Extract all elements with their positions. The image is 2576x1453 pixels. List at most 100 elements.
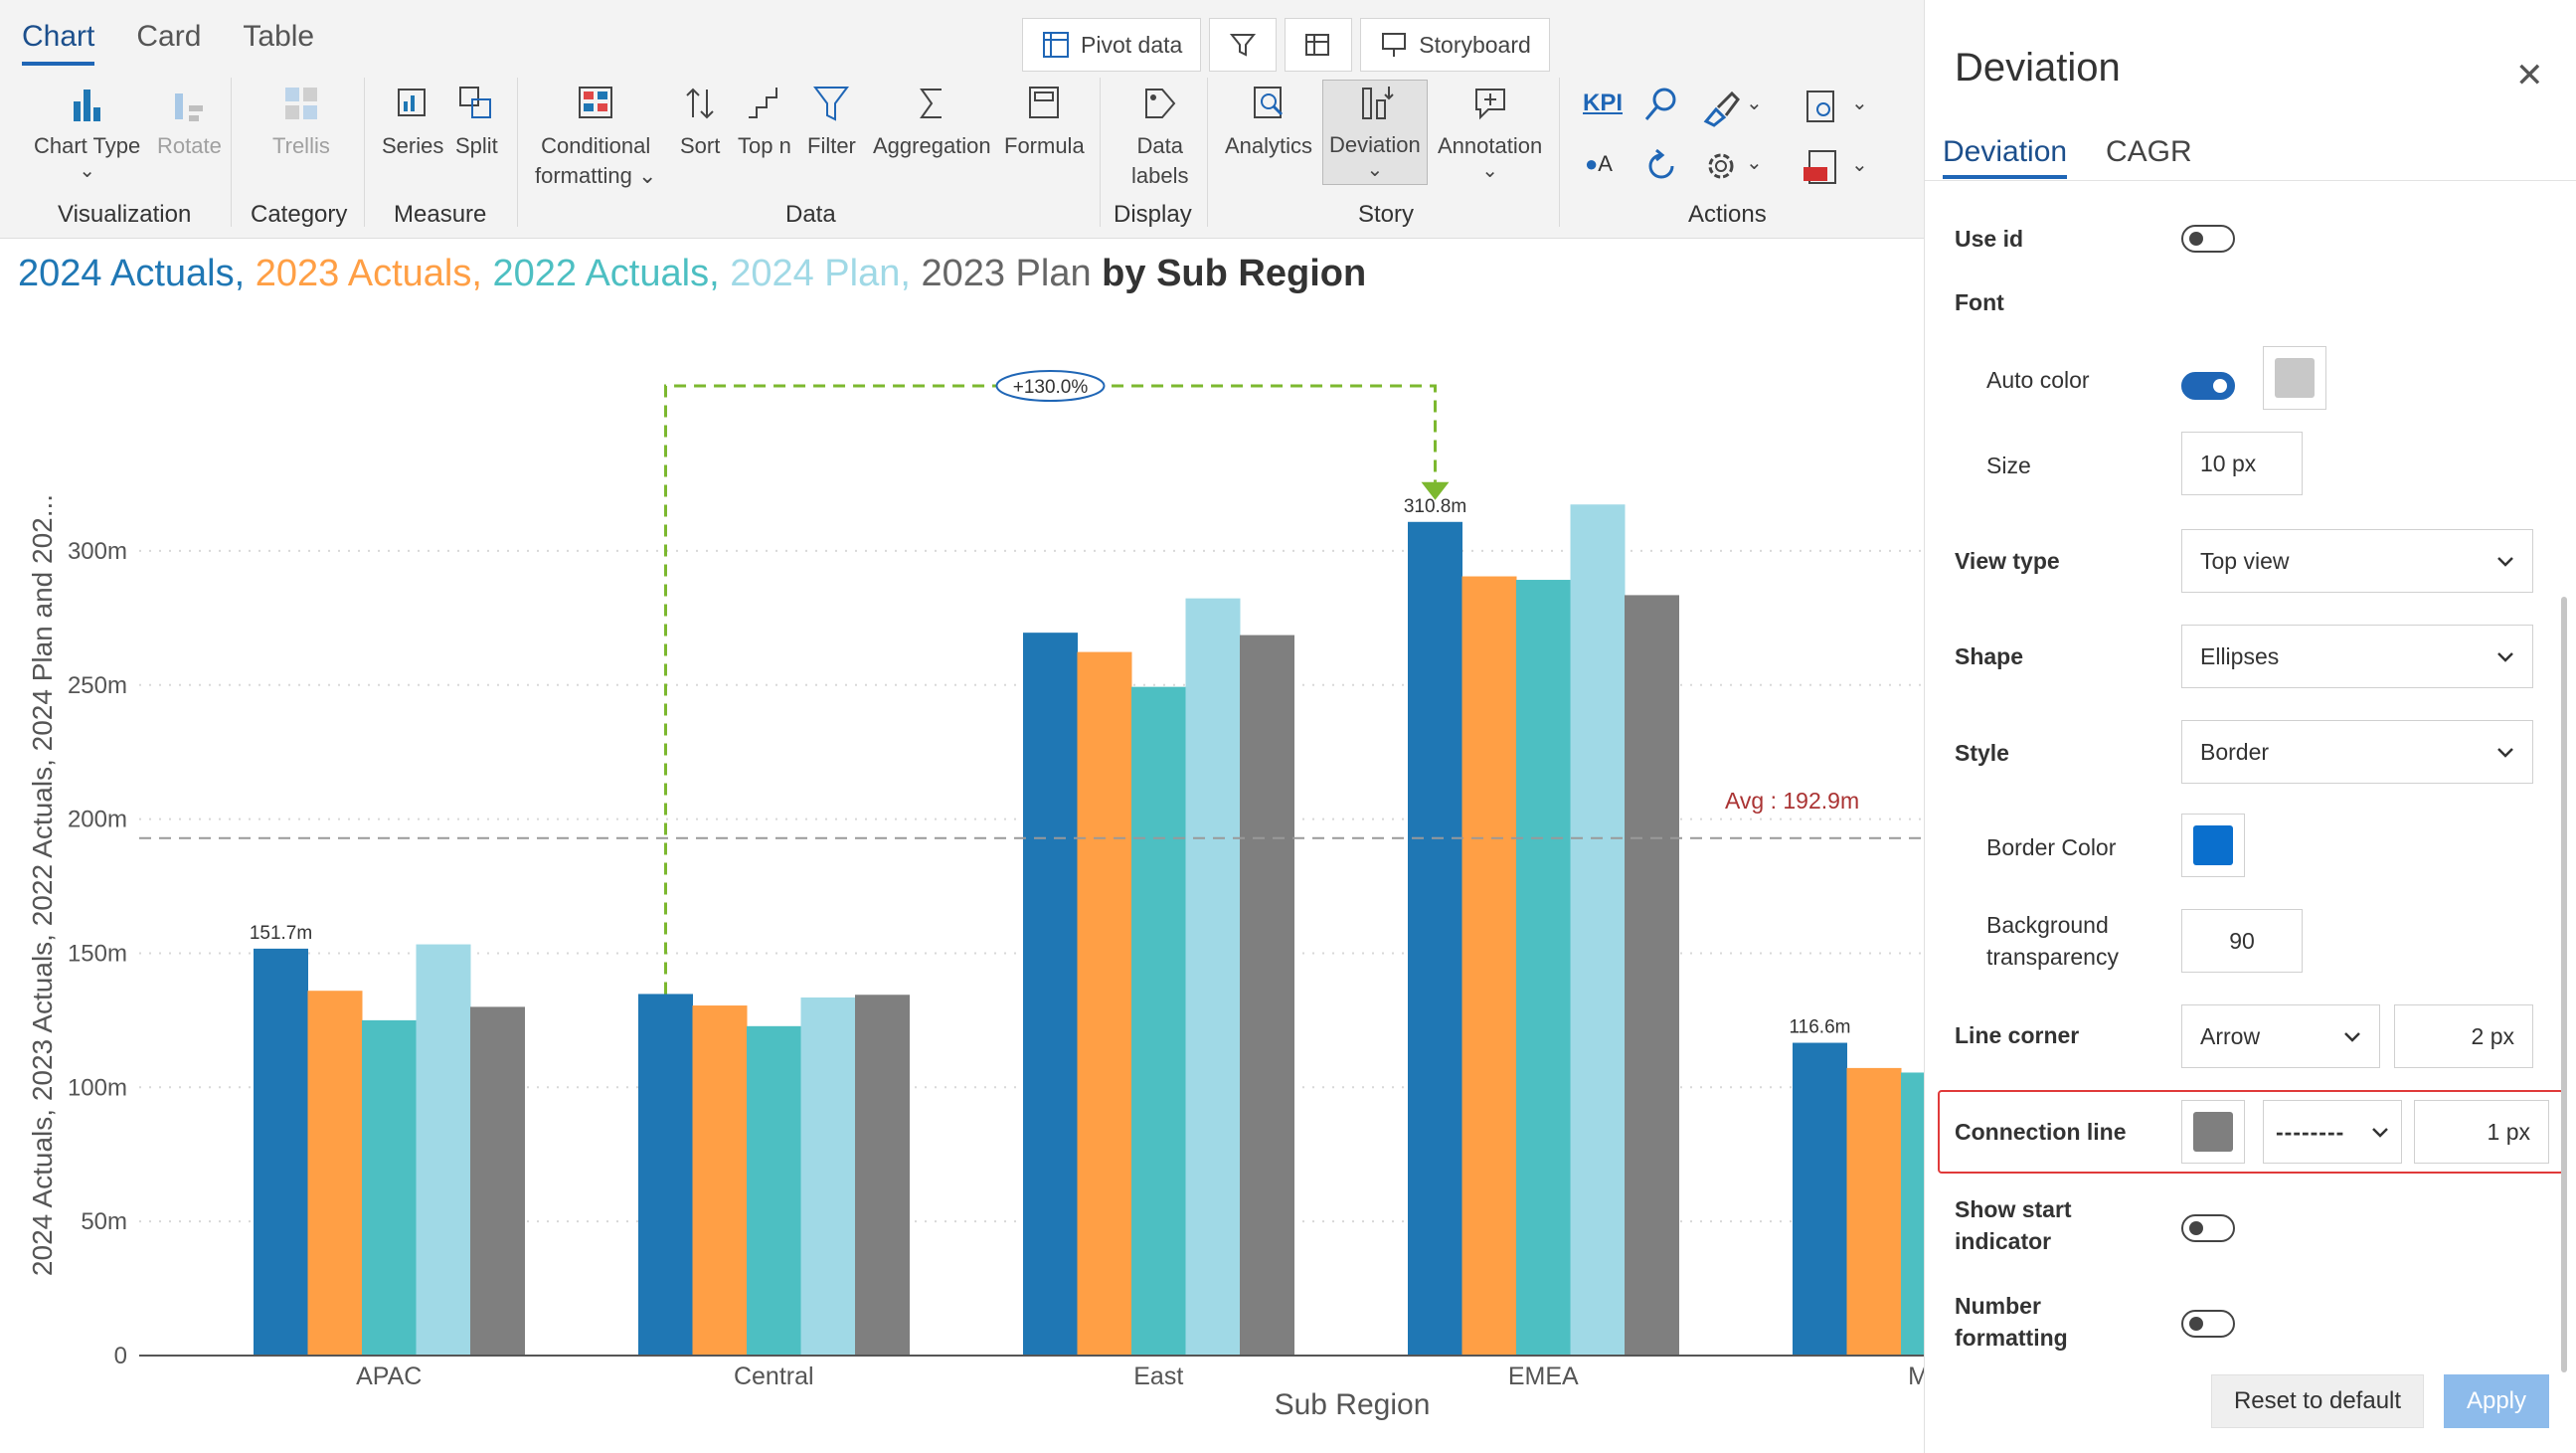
x-tick-label: Central (734, 1362, 814, 1390)
color-swatch (2193, 1112, 2233, 1152)
bar-emea-2 (1516, 580, 1571, 1356)
apply-button[interactable]: Apply (2444, 1374, 2549, 1428)
conditional-label-2: formatting ⌄ (535, 163, 657, 188)
tab-card[interactable]: Card (136, 20, 201, 66)
filter-label: Filter (807, 133, 856, 158)
y-tick-label: 250m (68, 672, 127, 699)
size-label: Size (1986, 453, 2031, 478)
data-labels-button[interactable]: Data labels (1131, 82, 1188, 191)
chevron-down-icon[interactable]: ⌄ (1851, 155, 1868, 175)
size-input[interactable]: 10 px (2181, 432, 2303, 495)
chevron-down-icon[interactable]: ⌄ (1746, 153, 1763, 173)
oa-button[interactable]: ●A (1585, 151, 1613, 177)
tab-table[interactable]: Table (243, 20, 314, 66)
connection-px-input[interactable]: 1 px (2414, 1100, 2549, 1164)
x-tick-label: EMEA (1508, 1362, 1579, 1390)
style-value: Border (2200, 738, 2270, 765)
split-button[interactable]: Split (455, 82, 498, 161)
border-color-swatch[interactable] (2181, 814, 2245, 877)
table-edit-quick-button[interactable] (1285, 18, 1353, 72)
search-icon[interactable] (1640, 86, 1680, 125)
panel-title: Deviation (1955, 46, 2121, 90)
bg-transparency-input[interactable]: 90 (2181, 909, 2303, 973)
pivot-icon (1043, 32, 1069, 58)
chevron-down-icon[interactable]: ⌄ (1746, 93, 1763, 113)
aggregation-label: Aggregation (873, 133, 991, 158)
chevron-down-icon[interactable]: ⌄ (1851, 93, 1868, 113)
sigma-icon (920, 89, 943, 118)
panel-scrollbar[interactable] (2561, 597, 2567, 1372)
gear-icon[interactable] (1702, 147, 1740, 185)
pdf-icon[interactable] (1802, 147, 1841, 189)
deviation-label: Deviation (1329, 132, 1421, 157)
view-type-select[interactable]: Top view (2181, 529, 2533, 593)
connection-color-swatch[interactable] (2181, 1100, 2245, 1164)
x-tick-label: East (1133, 1362, 1183, 1390)
formula-button[interactable]: Formula (1004, 82, 1085, 161)
refresh-icon[interactable] (1642, 147, 1680, 185)
export-settings-icon[interactable] (1802, 86, 1841, 127)
number-formatting-toggle[interactable] (2181, 1310, 2235, 1338)
filter-button[interactable]: Filter (807, 82, 856, 161)
line-corner-select[interactable]: Arrow (2181, 1004, 2380, 1068)
bar-emea-1 (1461, 576, 1517, 1356)
aggregation-button[interactable]: Aggregation (873, 82, 991, 161)
formula-label: Formula (1004, 133, 1085, 158)
tab-deviation[interactable]: Deviation (1943, 135, 2068, 179)
table-edit-icon (1305, 34, 1330, 56)
chart-title-part: 2023 Actuals, (255, 253, 493, 294)
bar-apac-1 (307, 991, 363, 1356)
funnel-quick-button[interactable] (1209, 18, 1278, 72)
shape-value: Ellipses (2200, 642, 2280, 669)
annotation-label: Annotation (1438, 133, 1543, 158)
kpi-button[interactable]: KPI (1583, 90, 1623, 117)
sort-label: Sort (680, 133, 721, 158)
pivot-data-button[interactable]: Pivot data (1022, 18, 1202, 72)
shape-select[interactable]: Ellipses (2181, 625, 2533, 688)
storyboard-icon (1382, 33, 1407, 57)
top-n-label: Top n (738, 133, 791, 158)
group-actions: Actions (1688, 201, 1767, 228)
bar-mid-0 (1793, 1042, 1847, 1356)
deviation-button[interactable]: Deviation ⌄ (1322, 80, 1428, 185)
divider (1100, 78, 1101, 227)
conditional-formatting-button[interactable]: Conditional formatting ⌄ (535, 82, 656, 191)
data-label: 116.6m (1790, 1017, 1851, 1038)
reset-to-default-button[interactable]: Reset to default (2211, 1374, 2424, 1428)
tab-chart[interactable]: Chart (22, 20, 95, 66)
series-button[interactable]: Series (382, 82, 443, 161)
bar-chart: 0 50m 100m 150m 200m 250m 300m APAC Central East E… (27, 370, 1924, 1421)
auto-color-toggle[interactable] (2181, 372, 2235, 400)
trellis-button[interactable]: Trellis (272, 82, 330, 161)
line-corner-px-input[interactable]: 2 px (2394, 1004, 2533, 1068)
rotate-label: Rotate (157, 133, 222, 158)
rotate-button[interactable]: Rotate (157, 82, 222, 161)
filter-icon (813, 87, 850, 121)
bar-mid-2 (1901, 1072, 1924, 1356)
deviation-panel: Deviation ✕ Deviation CAGR Use id Font A… (1924, 0, 2576, 1453)
sort-button[interactable]: Sort (680, 82, 720, 161)
auto-color-swatch[interactable] (2263, 346, 2326, 410)
connection-dash-select[interactable]: -------- (2263, 1100, 2402, 1164)
close-icon[interactable]: ✕ (2515, 56, 2544, 95)
show-start-label-1: Show start (1955, 1196, 2072, 1222)
paint-brush-icon[interactable] (1700, 88, 1742, 127)
analytics-button[interactable]: Analytics (1225, 82, 1312, 161)
rotate-icon (175, 93, 204, 121)
chart-title-part: 2024 Actuals, (18, 253, 256, 294)
use-id-toggle[interactable] (2181, 225, 2235, 253)
storyboard-label: Storyboard (1419, 31, 1531, 58)
color-swatch (2193, 825, 2233, 865)
style-select[interactable]: Border (2181, 720, 2533, 784)
show-start-toggle[interactable] (2181, 1214, 2235, 1242)
divider (364, 78, 365, 227)
top-n-button[interactable]: Top n (738, 82, 791, 161)
storyboard-button[interactable]: Storyboard (1360, 18, 1550, 72)
view-type-value: Top view (2200, 547, 2290, 574)
tab-cagr[interactable]: CAGR (2106, 135, 2192, 175)
deviation-icon (1361, 87, 1394, 119)
chart-type-button[interactable]: Chart Type ⌄ (34, 82, 140, 181)
chart-title-part: 2024 Plan, (730, 253, 922, 294)
annotation-button[interactable]: Annotation ⌄ (1438, 82, 1542, 181)
bar-east-3 (1185, 598, 1241, 1356)
